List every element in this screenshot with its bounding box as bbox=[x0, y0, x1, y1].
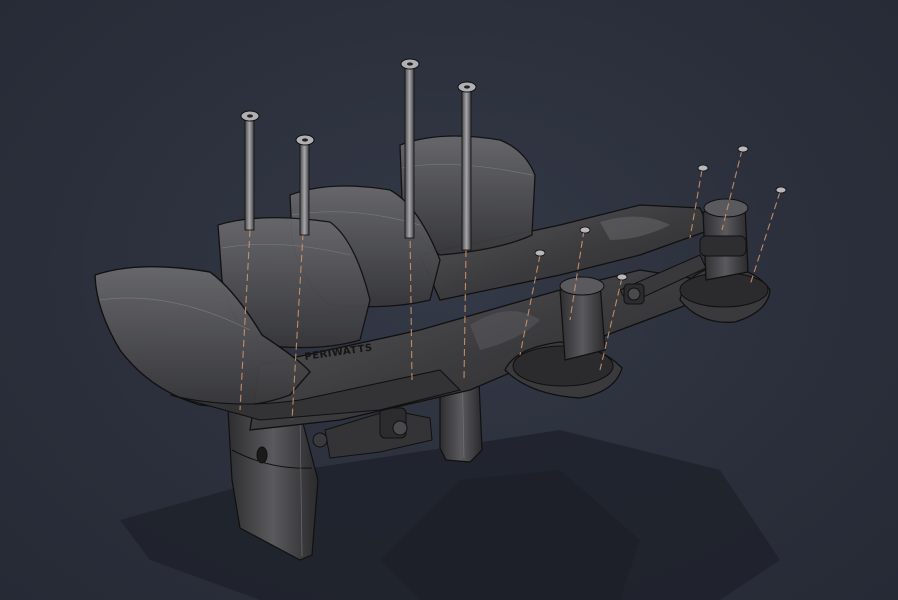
post-hole bbox=[256, 446, 268, 464]
small-screw-icon bbox=[775, 186, 787, 194]
small-screw-icon bbox=[579, 226, 591, 234]
bolt-1 bbox=[240, 110, 260, 231]
small-screw-icon bbox=[737, 145, 749, 153]
small-screw-icon bbox=[534, 249, 546, 257]
cad-viewport[interactable]: PERIWATTS bbox=[0, 0, 898, 600]
small-screw-icon bbox=[697, 164, 709, 172]
small-screw-icon bbox=[616, 273, 628, 281]
3d-model-scene[interactable]: PERIWATTS bbox=[0, 0, 898, 600]
